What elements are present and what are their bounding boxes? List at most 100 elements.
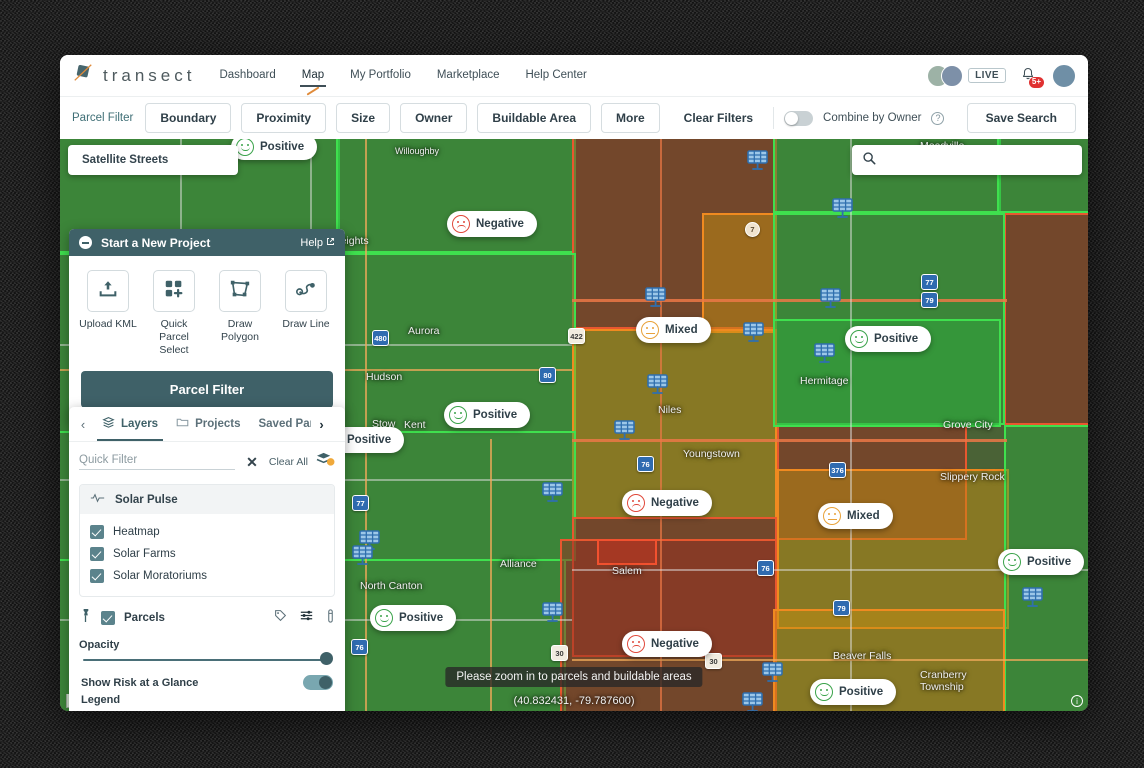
map-attribution-icon[interactable]: i <box>1071 695 1083 707</box>
sentiment-badge-positive[interactable]: Positive <box>444 402 531 428</box>
tabs-scroll-left-icon[interactable]: ‹ <box>73 417 93 432</box>
tabs-scroll-right-icon[interactable]: › <box>311 417 331 432</box>
highway-shield-icon: 77 <box>352 495 369 511</box>
nav-item-my-portfolio[interactable]: My Portfolio <box>350 69 411 83</box>
highway-shield-icon: 7 <box>745 222 760 237</box>
layer-item-label: Heatmap <box>113 526 160 538</box>
info-icon[interactable] <box>326 608 335 628</box>
help-icon[interactable]: ? <box>931 111 945 125</box>
map-search-box[interactable] <box>852 145 1082 175</box>
filter-owner-button[interactable]: Owner <box>400 103 468 133</box>
nav-item-dashboard[interactable]: Dashboard <box>219 69 275 83</box>
quick-filter-field[interactable] <box>79 454 236 470</box>
layer-item-label: Solar Moratoriums <box>113 570 207 582</box>
user-avatar[interactable] <box>1052 63 1076 88</box>
tool-label: Draw Polygon <box>221 318 259 344</box>
sentiment-badge-mixed[interactable]: Mixed <box>818 503 893 529</box>
parcels-checkbox[interactable] <box>101 611 115 625</box>
sentiment-face-icon <box>449 406 467 424</box>
layer-group-solar-pulse: Solar Pulse Heatmap Solar Farms Solar Mo… <box>79 484 335 597</box>
top-bar-right-cluster: LIVE 5+ <box>927 63 1076 88</box>
tool-quick-parcel-select[interactable]: Quick Parcel Select <box>145 270 203 357</box>
layer-item-solar-moratoriums[interactable]: Solar Moratoriums <box>90 565 324 587</box>
layer-item-solar-farms[interactable]: Solar Farms <box>90 543 324 565</box>
tab-layers[interactable]: Layers <box>93 407 167 441</box>
map-canvas[interactable]: Willoughby Aurora Hudson Stow Kent Niles Hermi… <box>60 139 1088 711</box>
sentiment-badge-positive[interactable]: Positive <box>231 139 318 160</box>
show-risk-toggle[interactable] <box>303 675 333 690</box>
sentiment-label: Negative <box>476 218 524 230</box>
save-search-button[interactable]: Save Search <box>966 103 1076 133</box>
sentiment-badge-negative[interactable]: Negative <box>622 631 712 657</box>
clear-filters-button[interactable]: Clear Filters <box>674 111 763 125</box>
filter-proximity-button[interactable]: Proximity <box>241 103 327 133</box>
checkbox[interactable] <box>90 569 104 583</box>
highway-shield-icon: 79 <box>833 600 850 616</box>
notification-count-badge: 5+ <box>1028 76 1044 88</box>
layer-item-heatmap[interactable]: Heatmap <box>90 521 324 543</box>
live-users-group[interactable]: LIVE <box>927 64 1006 87</box>
quick-filter-row: ✕ Clear All <box>69 442 345 478</box>
sentiment-label: Positive <box>399 612 444 624</box>
sentiment-label: Positive <box>473 409 518 421</box>
filter-boundary-button[interactable]: Boundary <box>145 103 232 133</box>
parcel-filter-cta-button[interactable]: Parcel Filter <box>81 371 333 409</box>
tab-saved-parcels[interactable]: Saved Par <box>249 407 311 441</box>
sentiment-badge-positive[interactable]: Positive <box>370 605 457 631</box>
top-navigation-bar: transect Dashboard Map My Portfolio Mark… <box>60 55 1088 96</box>
collapse-icon[interactable] <box>79 236 92 249</box>
settings-sliders-icon[interactable] <box>300 609 313 627</box>
sentiment-badge-positive[interactable]: Positive <box>998 549 1085 575</box>
tool-upload-kml[interactable]: Upload KML <box>79 270 137 357</box>
filter-more-button[interactable]: More <box>601 103 660 133</box>
risk-cell-medium[interactable] <box>702 213 777 333</box>
opacity-label: Opacity <box>79 639 120 651</box>
quick-filter-input[interactable] <box>79 454 236 466</box>
parcels-layer-row: Parcels <box>69 597 345 630</box>
map-search-input[interactable] <box>884 153 1072 167</box>
add-layer-icon[interactable] <box>316 451 335 473</box>
opacity-slider-handle[interactable] <box>320 652 333 665</box>
panel-help-link[interactable]: Help <box>300 237 335 249</box>
parcel-filter-label: Parcel Filter <box>72 112 134 124</box>
filter-buildable-area-button[interactable]: Buildable Area <box>477 103 591 133</box>
checkbox[interactable] <box>90 525 104 539</box>
sentiment-badge-mixed[interactable]: Mixed <box>636 317 711 343</box>
tag-icon[interactable] <box>274 609 287 627</box>
nav-item-help-center[interactable]: Help Center <box>525 69 586 83</box>
app-window: transect Dashboard Map My Portfolio Mark… <box>60 55 1088 711</box>
clear-quick-filter-icon[interactable]: ✕ <box>243 454 261 471</box>
live-badge: LIVE <box>968 68 1006 83</box>
layers-panel-tabs: ‹ Layers Projects Saved Par › <box>69 407 345 442</box>
combine-by-owner-toggle[interactable] <box>784 110 814 126</box>
draw-polygon-icon <box>229 278 251 305</box>
sentiment-face-icon <box>850 330 868 348</box>
sentiment-badge-positive[interactable]: Positive <box>845 326 932 352</box>
risk-cell-high[interactable] <box>1004 213 1088 425</box>
opacity-slider[interactable] <box>69 651 345 665</box>
brand-logo[interactable]: transect <box>72 62 195 89</box>
upload-icon <box>97 278 119 305</box>
sentiment-badge-positive[interactable]: Positive <box>810 679 897 705</box>
layers-icon <box>102 416 115 432</box>
risk-cell-high[interactable] <box>597 539 657 565</box>
tab-projects[interactable]: Projects <box>167 407 249 441</box>
sentiment-badge-negative[interactable]: Negative <box>447 211 537 237</box>
pin-icon[interactable] <box>79 608 92 628</box>
notifications-button[interactable]: 5+ <box>1020 66 1044 88</box>
draw-line-icon <box>295 278 317 305</box>
pulse-icon <box>90 492 105 507</box>
sentiment-label: Mixed <box>847 510 880 522</box>
tool-draw-line[interactable]: Draw Line <box>277 270 335 357</box>
nav-item-map[interactable]: Map <box>299 69 327 96</box>
risk-cell-medium[interactable] <box>777 469 1009 629</box>
nav-item-marketplace[interactable]: Marketplace <box>437 69 500 83</box>
clear-all-button[interactable]: Clear All <box>269 456 308 468</box>
basemap-selector[interactable]: Satellite Streets <box>68 145 239 175</box>
filter-size-button[interactable]: Size <box>336 103 391 133</box>
sentiment-face-icon <box>236 139 254 156</box>
checkbox[interactable] <box>90 547 104 561</box>
layer-group-header[interactable]: Solar Pulse <box>80 485 334 514</box>
sentiment-badge-negative[interactable]: Negative <box>622 490 712 516</box>
tool-draw-polygon[interactable]: Draw Polygon <box>211 270 269 357</box>
